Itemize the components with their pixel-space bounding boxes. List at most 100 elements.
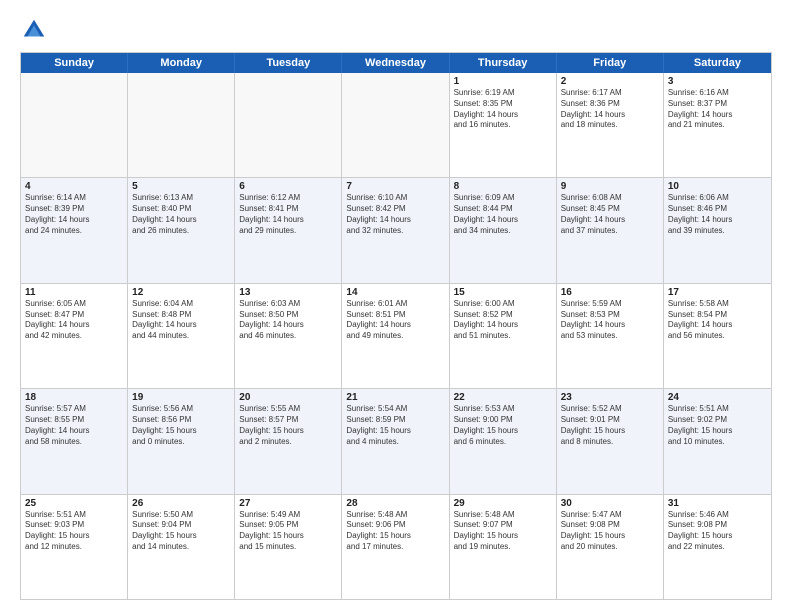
- day-cell-20: 20Sunrise: 5:55 AM Sunset: 8:57 PM Dayli…: [235, 389, 342, 493]
- day-cell-7: 7Sunrise: 6:10 AM Sunset: 8:42 PM Daylig…: [342, 178, 449, 282]
- day-number: 18: [25, 392, 123, 403]
- day-cell-15: 15Sunrise: 6:00 AM Sunset: 8:52 PM Dayli…: [450, 284, 557, 388]
- week-row-2: 4Sunrise: 6:14 AM Sunset: 8:39 PM Daylig…: [21, 177, 771, 282]
- day-info: Sunrise: 6:10 AM Sunset: 8:42 PM Dayligh…: [346, 193, 444, 236]
- day-info: Sunrise: 5:52 AM Sunset: 9:01 PM Dayligh…: [561, 404, 659, 447]
- day-number: 5: [132, 181, 230, 192]
- calendar: SundayMondayTuesdayWednesdayThursdayFrid…: [20, 52, 772, 600]
- day-cell-1: 1Sunrise: 6:19 AM Sunset: 8:35 PM Daylig…: [450, 73, 557, 177]
- day-info: Sunrise: 5:51 AM Sunset: 9:02 PM Dayligh…: [668, 404, 767, 447]
- day-number: 27: [239, 498, 337, 509]
- day-number: 11: [25, 287, 123, 298]
- day-info: Sunrise: 6:06 AM Sunset: 8:46 PM Dayligh…: [668, 193, 767, 236]
- day-header-saturday: Saturday: [664, 53, 771, 73]
- day-number: 12: [132, 287, 230, 298]
- day-number: 25: [25, 498, 123, 509]
- day-info: Sunrise: 5:59 AM Sunset: 8:53 PM Dayligh…: [561, 299, 659, 342]
- day-number: 7: [346, 181, 444, 192]
- day-info: Sunrise: 6:05 AM Sunset: 8:47 PM Dayligh…: [25, 299, 123, 342]
- day-cell-3: 3Sunrise: 6:16 AM Sunset: 8:37 PM Daylig…: [664, 73, 771, 177]
- day-info: Sunrise: 6:19 AM Sunset: 8:35 PM Dayligh…: [454, 88, 552, 131]
- empty-cell: [235, 73, 342, 177]
- week-row-3: 11Sunrise: 6:05 AM Sunset: 8:47 PM Dayli…: [21, 283, 771, 388]
- day-number: 24: [668, 392, 767, 403]
- day-number: 29: [454, 498, 552, 509]
- day-number: 2: [561, 76, 659, 87]
- day-cell-16: 16Sunrise: 5:59 AM Sunset: 8:53 PM Dayli…: [557, 284, 664, 388]
- day-info: Sunrise: 6:16 AM Sunset: 8:37 PM Dayligh…: [668, 88, 767, 131]
- day-number: 10: [668, 181, 767, 192]
- day-cell-25: 25Sunrise: 5:51 AM Sunset: 9:03 PM Dayli…: [21, 495, 128, 599]
- day-cell-31: 31Sunrise: 5:46 AM Sunset: 9:08 PM Dayli…: [664, 495, 771, 599]
- day-cell-2: 2Sunrise: 6:17 AM Sunset: 8:36 PM Daylig…: [557, 73, 664, 177]
- day-info: Sunrise: 6:17 AM Sunset: 8:36 PM Dayligh…: [561, 88, 659, 131]
- day-cell-14: 14Sunrise: 6:01 AM Sunset: 8:51 PM Dayli…: [342, 284, 449, 388]
- day-number: 21: [346, 392, 444, 403]
- week-row-4: 18Sunrise: 5:57 AM Sunset: 8:55 PM Dayli…: [21, 388, 771, 493]
- day-cell-17: 17Sunrise: 5:58 AM Sunset: 8:54 PM Dayli…: [664, 284, 771, 388]
- day-number: 13: [239, 287, 337, 298]
- week-row-5: 25Sunrise: 5:51 AM Sunset: 9:03 PM Dayli…: [21, 494, 771, 599]
- day-number: 28: [346, 498, 444, 509]
- day-info: Sunrise: 5:48 AM Sunset: 9:06 PM Dayligh…: [346, 510, 444, 553]
- day-number: 22: [454, 392, 552, 403]
- day-cell-24: 24Sunrise: 5:51 AM Sunset: 9:02 PM Dayli…: [664, 389, 771, 493]
- day-cell-30: 30Sunrise: 5:47 AM Sunset: 9:08 PM Dayli…: [557, 495, 664, 599]
- day-header-friday: Friday: [557, 53, 664, 73]
- day-cell-5: 5Sunrise: 6:13 AM Sunset: 8:40 PM Daylig…: [128, 178, 235, 282]
- day-info: Sunrise: 5:57 AM Sunset: 8:55 PM Dayligh…: [25, 404, 123, 447]
- day-info: Sunrise: 6:04 AM Sunset: 8:48 PM Dayligh…: [132, 299, 230, 342]
- day-info: Sunrise: 5:46 AM Sunset: 9:08 PM Dayligh…: [668, 510, 767, 553]
- day-info: Sunrise: 5:55 AM Sunset: 8:57 PM Dayligh…: [239, 404, 337, 447]
- day-header-thursday: Thursday: [450, 53, 557, 73]
- page: SundayMondayTuesdayWednesdayThursdayFrid…: [0, 0, 792, 612]
- calendar-body: 1Sunrise: 6:19 AM Sunset: 8:35 PM Daylig…: [21, 73, 771, 599]
- day-info: Sunrise: 6:01 AM Sunset: 8:51 PM Dayligh…: [346, 299, 444, 342]
- day-number: 1: [454, 76, 552, 87]
- day-cell-9: 9Sunrise: 6:08 AM Sunset: 8:45 PM Daylig…: [557, 178, 664, 282]
- day-number: 6: [239, 181, 337, 192]
- day-cell-19: 19Sunrise: 5:56 AM Sunset: 8:56 PM Dayli…: [128, 389, 235, 493]
- day-cell-13: 13Sunrise: 6:03 AM Sunset: 8:50 PM Dayli…: [235, 284, 342, 388]
- day-cell-6: 6Sunrise: 6:12 AM Sunset: 8:41 PM Daylig…: [235, 178, 342, 282]
- day-header-sunday: Sunday: [21, 53, 128, 73]
- day-info: Sunrise: 6:13 AM Sunset: 8:40 PM Dayligh…: [132, 193, 230, 236]
- day-info: Sunrise: 5:56 AM Sunset: 8:56 PM Dayligh…: [132, 404, 230, 447]
- day-info: Sunrise: 5:54 AM Sunset: 8:59 PM Dayligh…: [346, 404, 444, 447]
- day-info: Sunrise: 6:00 AM Sunset: 8:52 PM Dayligh…: [454, 299, 552, 342]
- day-cell-11: 11Sunrise: 6:05 AM Sunset: 8:47 PM Dayli…: [21, 284, 128, 388]
- day-number: 17: [668, 287, 767, 298]
- day-cell-18: 18Sunrise: 5:57 AM Sunset: 8:55 PM Dayli…: [21, 389, 128, 493]
- day-cell-28: 28Sunrise: 5:48 AM Sunset: 9:06 PM Dayli…: [342, 495, 449, 599]
- day-info: Sunrise: 5:48 AM Sunset: 9:07 PM Dayligh…: [454, 510, 552, 553]
- day-cell-8: 8Sunrise: 6:09 AM Sunset: 8:44 PM Daylig…: [450, 178, 557, 282]
- day-cell-21: 21Sunrise: 5:54 AM Sunset: 8:59 PM Dayli…: [342, 389, 449, 493]
- logo: [20, 16, 52, 44]
- empty-cell: [21, 73, 128, 177]
- day-cell-22: 22Sunrise: 5:53 AM Sunset: 9:00 PM Dayli…: [450, 389, 557, 493]
- empty-cell: [128, 73, 235, 177]
- day-cell-26: 26Sunrise: 5:50 AM Sunset: 9:04 PM Dayli…: [128, 495, 235, 599]
- day-number: 16: [561, 287, 659, 298]
- day-number: 3: [668, 76, 767, 87]
- day-number: 9: [561, 181, 659, 192]
- day-number: 4: [25, 181, 123, 192]
- day-header-tuesday: Tuesday: [235, 53, 342, 73]
- day-info: Sunrise: 5:51 AM Sunset: 9:03 PM Dayligh…: [25, 510, 123, 553]
- day-number: 19: [132, 392, 230, 403]
- day-number: 30: [561, 498, 659, 509]
- day-info: Sunrise: 5:49 AM Sunset: 9:05 PM Dayligh…: [239, 510, 337, 553]
- day-cell-4: 4Sunrise: 6:14 AM Sunset: 8:39 PM Daylig…: [21, 178, 128, 282]
- day-cell-27: 27Sunrise: 5:49 AM Sunset: 9:05 PM Dayli…: [235, 495, 342, 599]
- day-info: Sunrise: 6:12 AM Sunset: 8:41 PM Dayligh…: [239, 193, 337, 236]
- day-cell-23: 23Sunrise: 5:52 AM Sunset: 9:01 PM Dayli…: [557, 389, 664, 493]
- day-info: Sunrise: 5:47 AM Sunset: 9:08 PM Dayligh…: [561, 510, 659, 553]
- day-number: 31: [668, 498, 767, 509]
- header: [20, 16, 772, 44]
- day-number: 8: [454, 181, 552, 192]
- day-info: Sunrise: 5:58 AM Sunset: 8:54 PM Dayligh…: [668, 299, 767, 342]
- day-cell-29: 29Sunrise: 5:48 AM Sunset: 9:07 PM Dayli…: [450, 495, 557, 599]
- day-number: 20: [239, 392, 337, 403]
- day-cell-10: 10Sunrise: 6:06 AM Sunset: 8:46 PM Dayli…: [664, 178, 771, 282]
- day-info: Sunrise: 6:03 AM Sunset: 8:50 PM Dayligh…: [239, 299, 337, 342]
